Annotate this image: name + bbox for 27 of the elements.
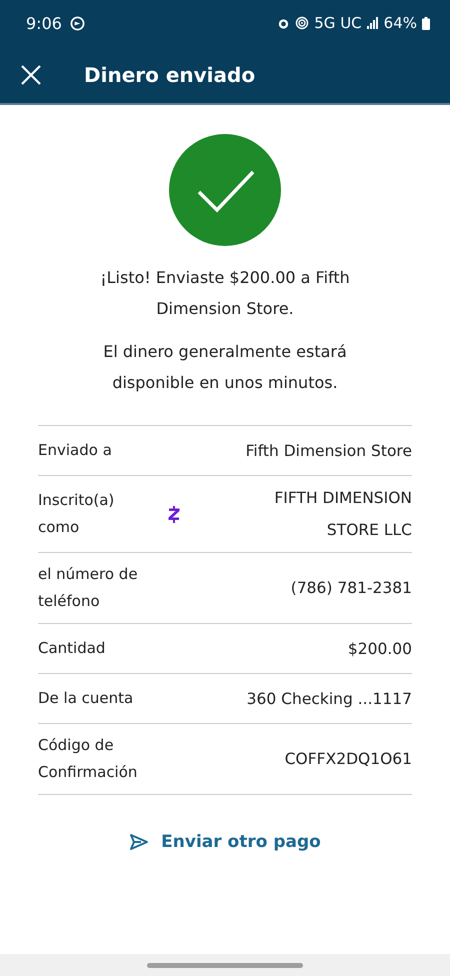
zelle-icon xyxy=(168,506,180,522)
detail-label: el número de teléfono xyxy=(38,564,139,612)
detail-value: $200.00 xyxy=(346,638,412,660)
detail-value: COFFX2DQ1O61 xyxy=(284,749,412,770)
signal-icon xyxy=(366,17,379,29)
send-another-payment-link[interactable]: Enviar otro pago xyxy=(125,828,325,856)
availability-note: El dinero generalmente estará disponible en unos minutos. xyxy=(102,341,348,394)
battery-icon xyxy=(422,16,430,30)
app-notification-icon xyxy=(70,16,85,30)
detail-label: Enviado a xyxy=(38,440,113,461)
success-message: ¡Listo! Enviaste $200.00 a Fifth Dimension Store. xyxy=(99,267,351,320)
detail-label: De la cuenta xyxy=(38,688,134,709)
detail-label: Inscrito(a) como xyxy=(38,490,116,538)
send-icon xyxy=(129,833,150,851)
detail-value: Fifth Dimension Store xyxy=(244,440,412,462)
hotspot-icon xyxy=(295,16,310,30)
detail-value: FIFTH DIMENSION STORE LLC xyxy=(273,488,412,541)
detail-label: Código de Confirmación xyxy=(38,735,138,783)
detail-value: 360 Checking ...1117 xyxy=(246,688,412,710)
battery-percent: 64% xyxy=(384,14,417,32)
status-time: 9:06 xyxy=(26,14,62,32)
detail-value: (786) 781-2381 xyxy=(290,578,412,599)
close-icon[interactable] xyxy=(20,64,42,86)
screen-title: Dinero enviado xyxy=(84,62,256,86)
detail-label: Cantidad xyxy=(38,638,106,659)
network-label: 5G UC xyxy=(314,14,362,32)
success-check-icon xyxy=(169,134,281,246)
